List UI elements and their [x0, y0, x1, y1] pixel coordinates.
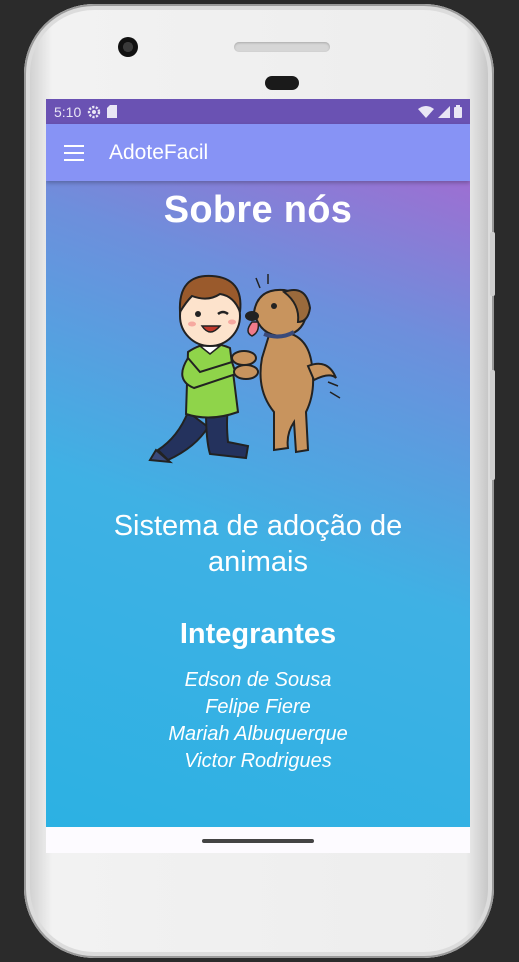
app-description: Sistema de adoção de animais: [113, 510, 403, 578]
earpiece-speaker: [234, 42, 330, 52]
signal-icon: [438, 105, 450, 118]
battery-icon: [454, 105, 462, 118]
navigation-bar: [46, 827, 470, 853]
boy-with-dog-illustration: [148, 274, 341, 464]
about-content: Sobre nós Sistema de adoção de animais I…: [46, 181, 470, 827]
proximity-sensor: [265, 76, 299, 90]
front-camera: [118, 37, 138, 57]
app-bar: AdoteFacil: [46, 124, 470, 181]
status-time: 5:10: [54, 103, 82, 120]
screen: 5:10 AdoteFacil Sobre nós Sistema de ado…: [46, 99, 470, 853]
member-name: Mariah Albuquerque: [168, 723, 348, 745]
home-gesture-handle[interactable]: [202, 839, 314, 843]
page-title: Sobre nós: [163, 189, 353, 231]
status-bar: 5:10: [46, 99, 470, 124]
member-name: Victor Rodrigues: [184, 750, 332, 772]
settings-icon: [88, 105, 101, 118]
member-name: Felipe Fiere: [205, 696, 311, 718]
members-list: Edson de Sousa Felipe Fiere Mariah Albuq…: [46, 667, 470, 775]
sd-card-icon: [107, 105, 118, 118]
members-heading: Integrantes: [179, 618, 337, 650]
hamburger-menu-icon[interactable]: [64, 144, 84, 161]
member-name: Edson de Sousa: [184, 669, 332, 691]
wifi-icon: [418, 105, 434, 118]
app-title: AdoteFacil: [109, 140, 209, 164]
power-button: [490, 232, 495, 296]
volume-button: [490, 370, 495, 480]
